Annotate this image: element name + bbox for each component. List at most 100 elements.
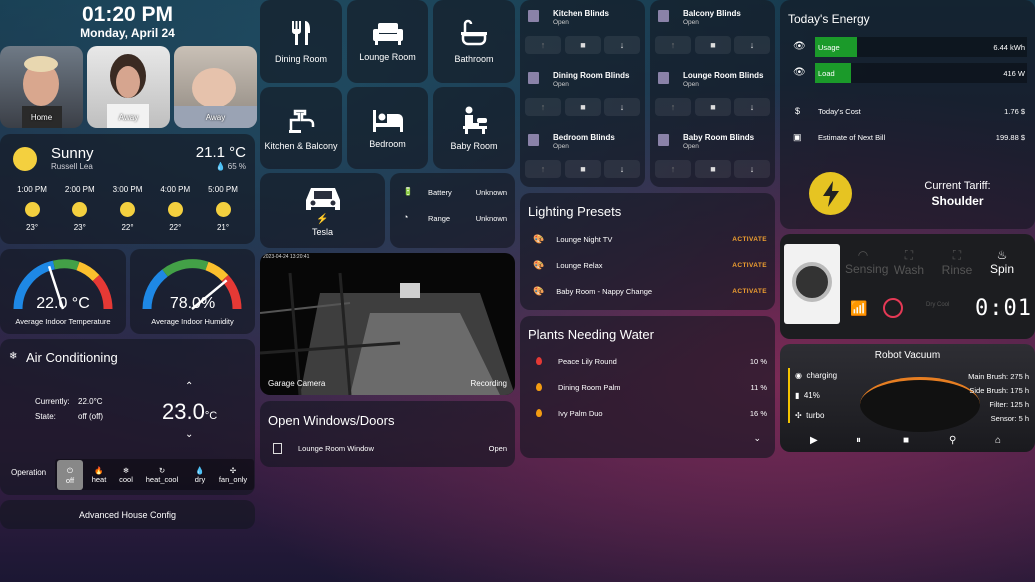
blind-stop-button[interactable]: ■ — [565, 36, 601, 54]
weather-card[interactable]: Sunny Russell Lea 21.1 °C 💧 65 % 1:00 PM… — [0, 134, 255, 244]
lighting-preset-row[interactable]: 🎨 Baby Room - Nappy Change ACTIVATE — [520, 283, 775, 299]
plant-row[interactable]: Peace Lily Round 10 % — [520, 353, 775, 369]
blind-down-button[interactable]: ↓ — [734, 160, 770, 178]
eye-icon: 👁 — [793, 67, 806, 78]
tesla-stats-card: 🔋 Battery Unknown ◔ Range Unknown — [390, 173, 515, 248]
expand-chevron-icon[interactable]: ⌄ — [753, 433, 761, 444]
ac-currently-value: 22.0°C — [78, 397, 103, 406]
room-kitchen-balcony[interactable]: Kitchen & Balcony — [260, 87, 342, 169]
activate-button[interactable]: ACTIVATE — [732, 262, 767, 269]
energy-title: Today's Energy — [788, 12, 870, 26]
person-2-avatar[interactable]: Away — [87, 46, 170, 128]
mode-heat-button[interactable]: 🔥 heat — [86, 460, 112, 490]
blind-baby-room[interactable]: Baby Room Blinds Open ↑ ■ ↓ — [650, 124, 775, 186]
activate-button[interactable]: ACTIVATE — [732, 236, 767, 243]
robot-fan-row: ✣ turbo — [795, 411, 825, 420]
blind-stop-button[interactable]: ■ — [565, 160, 601, 178]
blinds-left-card: Kitchen Blinds Open ↑ ■ ↓ Dining Room Bli… — [520, 0, 645, 187]
mode-off-button[interactable]: ⏻ off — [57, 460, 83, 490]
room-dining-room[interactable]: Dining Room — [260, 0, 342, 83]
camera-status: Recording — [470, 379, 507, 388]
chevron-up-icon[interactable]: ⌃ — [185, 381, 193, 392]
temperature-value: 22.0 °C — [36, 295, 90, 312]
humidity-gauge-card[interactable]: 78.0% Average Indoor Humidity — [130, 249, 255, 334]
room-bedroom[interactable]: Bedroom — [347, 87, 428, 169]
blind-up-button[interactable]: ↑ — [525, 160, 561, 178]
plant-row[interactable]: Ivy Palm Duo 16 % — [520, 405, 775, 421]
room-baby-room[interactable]: Baby Room — [433, 87, 515, 169]
plant-row[interactable]: Dining Room Palm 11 % — [520, 379, 775, 395]
pause-icon[interactable]: ⏸ — [856, 435, 861, 446]
open-windows-card: Open Windows/Doors Lounge Room Window Op… — [260, 401, 515, 467]
clock-time: 01:20 PM — [81, 3, 174, 26]
lighting-preset-row[interactable]: 🎨 Lounge Night TV ACTIVATE — [520, 231, 775, 247]
blinds-icon — [658, 10, 669, 22]
humidity-value: 78.0% — [169, 295, 216, 312]
blind-dining-room[interactable]: Dining Room Blinds Open ↑ ■ ↓ — [520, 62, 645, 124]
robot-accent-bar — [788, 368, 790, 423]
stop-icon[interactable]: ■ — [903, 435, 909, 446]
forecast-item: 5:00 PM 21° — [208, 185, 238, 232]
mode-heat-cool-button[interactable]: ↻ heat_cool — [143, 460, 181, 490]
blind-bedroom[interactable]: Bedroom Blinds Open ↑ ■ ↓ — [520, 124, 645, 186]
lightning-icon — [809, 172, 852, 215]
blind-up-button[interactable]: ↑ — [655, 36, 691, 54]
blind-stop-button[interactable]: ■ — [565, 98, 601, 116]
bathtub-icon — [461, 19, 487, 46]
garage-camera-card[interactable]: 2023-04-24 13:20:41 Garage Camera Record… — [260, 253, 515, 395]
flame-icon: 🔥 — [94, 466, 104, 475]
faucet-icon — [289, 109, 315, 133]
robot-vacuum-card[interactable]: Robot Vacuum ◉ charging ▮ 41% ✣ turbo Ma… — [780, 344, 1035, 452]
blind-up-button[interactable]: ↑ — [525, 36, 561, 54]
water-drop-icon — [536, 383, 542, 391]
forecast-item: 3:00 PM 22° — [112, 185, 143, 232]
room-lounge-room[interactable]: Lounge Room — [347, 0, 428, 83]
blind-down-button[interactable]: ↓ — [604, 36, 640, 54]
mode-dry-button[interactable]: 💧 dry — [187, 460, 213, 490]
home-dock-icon[interactable]: ⌂ — [995, 435, 1001, 446]
mode-fan-only-button[interactable]: ✣ fan_only — [216, 460, 250, 490]
blind-down-button[interactable]: ↓ — [734, 36, 770, 54]
window-row[interactable]: Lounge Room Window Open — [260, 440, 515, 456]
temperature-gauge-card[interactable]: 22.0 °C Average Indoor Temperature — [0, 249, 126, 334]
blind-down-button[interactable]: ↓ — [604, 160, 640, 178]
advanced-config-button[interactable]: Advanced House Config — [0, 500, 255, 529]
clock-date: Monday, April 24 — [80, 26, 175, 40]
blind-lounge-room[interactable]: Lounge Room Blinds Open ↑ ■ ↓ — [650, 62, 775, 124]
room-bathroom[interactable]: Bathroom — [433, 0, 515, 83]
play-icon[interactable]: ▶ — [810, 435, 818, 446]
lighting-preset-row[interactable]: 🎨 Lounge Relax ACTIVATE — [520, 257, 775, 273]
mode-cool-button[interactable]: ❄ cool — [113, 460, 139, 490]
weather-condition: Sunny — [51, 145, 94, 162]
blinds-icon — [528, 10, 539, 22]
blind-up-button[interactable]: ↑ — [525, 98, 561, 116]
ac-title: Air Conditioning — [26, 350, 118, 365]
blind-up-button[interactable]: ↑ — [655, 98, 691, 116]
washing-machine-image — [784, 244, 840, 324]
locate-icon[interactable]: ⚲ — [949, 435, 956, 446]
sofa-icon — [372, 23, 403, 45]
activate-button[interactable]: ACTIVATE — [732, 288, 767, 295]
camera-feed — [260, 272, 515, 395]
blinds-icon — [658, 134, 669, 146]
sun-icon — [24, 202, 40, 217]
tesla-battery-value: Unknown — [475, 188, 507, 197]
chevron-down-icon[interactable]: ⌄ — [185, 429, 193, 440]
ac-state-label: State: — [35, 412, 56, 421]
person-3-avatar[interactable]: Away — [174, 46, 257, 128]
blind-kitchen[interactable]: Kitchen Blinds Open ↑ ■ ↓ — [520, 0, 645, 62]
blind-stop-button[interactable]: ■ — [695, 98, 731, 116]
blind-balcony[interactable]: Balcony Blinds Open ↑ ■ ↓ — [650, 0, 775, 62]
blind-stop-button[interactable]: ■ — [695, 160, 731, 178]
person-1-avatar[interactable]: Home — [0, 46, 83, 128]
washer-step-spin: ♨ Spin — [989, 248, 1015, 276]
energy-card: Today's Energy 👁 Usage 6.44 kWh 👁 Load 4… — [780, 0, 1035, 229]
blind-up-button[interactable]: ↑ — [655, 160, 691, 178]
tesla-card[interactable]: ⚡ Tesla — [260, 173, 385, 248]
blind-down-button[interactable]: ↓ — [604, 98, 640, 116]
forecast-row: 1:00 PM 23° 2:00 PM 23° 3:00 PM 22° 4:00 PM… — [9, 185, 246, 232]
blind-stop-button[interactable]: ■ — [695, 36, 731, 54]
weather-humidity: 65 % — [227, 162, 246, 171]
tesla-range-value: Unknown — [475, 214, 507, 223]
blind-down-button[interactable]: ↓ — [734, 98, 770, 116]
